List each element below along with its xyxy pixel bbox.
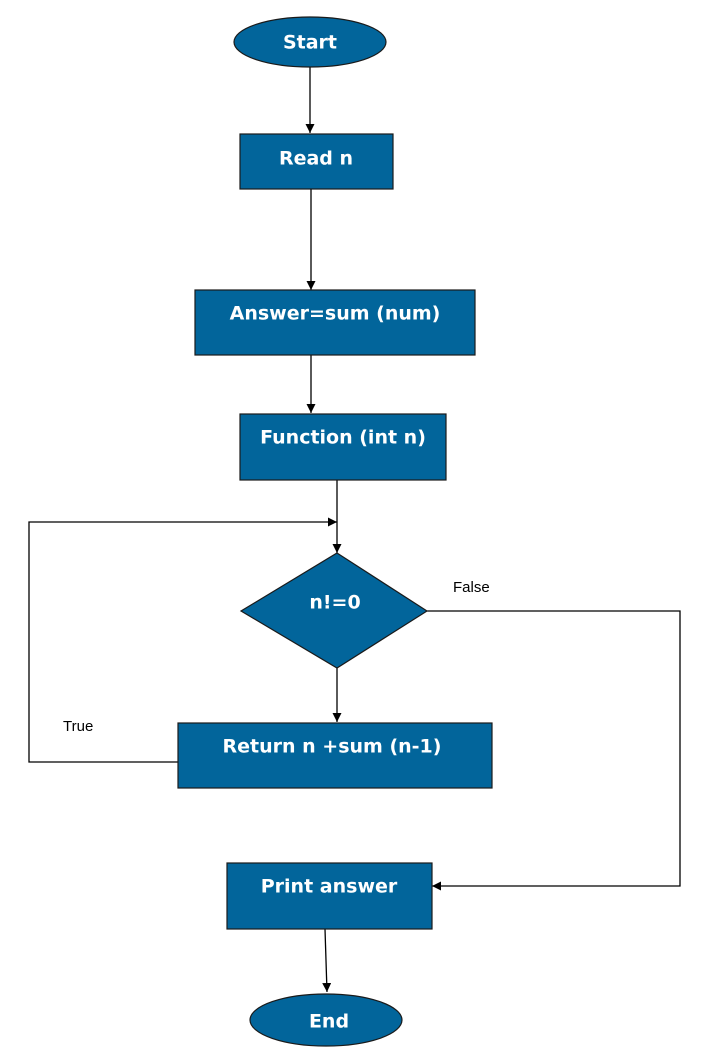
node-read-n-label: Read n <box>279 148 353 170</box>
node-answer: Answer=sum (num) <box>194 289 476 356</box>
edge-label-true: True <box>63 718 93 735</box>
node-end: End <box>249 993 403 1047</box>
node-function: Function (int n) <box>239 413 447 481</box>
node-return: Return n +sum (n-1) <box>177 722 493 789</box>
node-end-label: End <box>309 1011 349 1033</box>
node-print: Print answer <box>226 862 433 930</box>
flowchart: False True Start Read n Answer=sum (num)… <box>28 16 681 1047</box>
node-return-label: Return n +sum (n-1) <box>223 736 442 758</box>
edge-label-false: False <box>453 579 490 596</box>
node-print-label: Print answer <box>261 876 398 898</box>
node-start: Start <box>233 16 387 68</box>
node-function-label: Function (int n) <box>260 427 426 449</box>
node-start-label: Start <box>283 32 337 54</box>
node-decision-label: n!=0 <box>309 592 360 614</box>
node-read-n: Read n <box>239 133 394 190</box>
node-decision: n!=0 <box>239 552 429 669</box>
node-answer-label: Answer=sum (num) <box>230 303 441 325</box>
edge-print-to-end <box>322 928 332 993</box>
